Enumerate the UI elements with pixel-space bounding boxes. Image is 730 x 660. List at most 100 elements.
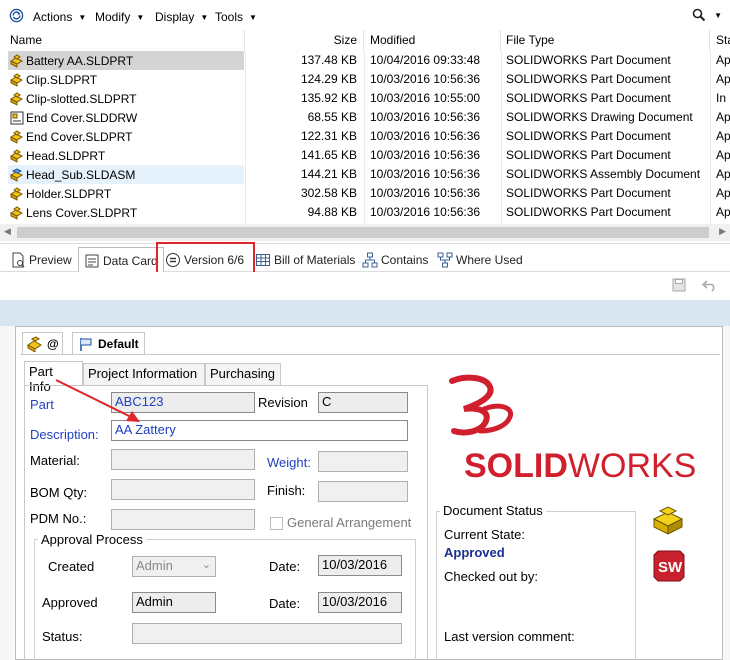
config-tab-default[interactable]: Default	[72, 332, 145, 355]
table-row[interactable]: End Cover.SLDPRT 122.31 KB 10/03/2016 10:5…	[0, 127, 730, 146]
search-icon[interactable]	[692, 8, 706, 22]
file-name-cell[interactable]: Holder.SLDPRT	[8, 184, 244, 203]
material-field[interactable]	[111, 449, 255, 470]
file-state: Ap	[716, 110, 730, 124]
status-field[interactable]	[132, 623, 402, 644]
part-icon	[10, 91, 26, 106]
table-row[interactable]: Head_Sub.SLDASM 144.21 KB 10/03/2016 10:56…	[0, 165, 730, 184]
logo-text-bold: SOLID	[464, 447, 568, 485]
undo-icon[interactable]	[702, 278, 718, 292]
menu-modify-label: Modify	[95, 10, 131, 24]
created-dropdown[interactable]: Admin ⌄	[132, 556, 216, 577]
general-arrangement-checkbox[interactable]	[270, 517, 283, 530]
data-card-icon	[85, 254, 99, 268]
config-tab-at[interactable]: @	[22, 332, 63, 354]
column-header-name[interactable]: Name	[8, 30, 245, 50]
bom-qty-label: BOM Qty:	[30, 485, 88, 500]
ds-logo-icon	[449, 374, 514, 436]
tab-project-information[interactable]: Project Information	[83, 363, 205, 386]
file-type: SOLIDWORKS Part Document	[506, 53, 671, 67]
tab-purchasing[interactable]: Purchasing	[205, 363, 281, 386]
created-date-field[interactable]: 10/03/2016	[318, 555, 402, 576]
file-size: 144.21 KB	[300, 167, 357, 181]
pdm-no-field[interactable]	[111, 509, 255, 530]
file-name-cell[interactable]: Lens Cover.SLDPRT	[8, 203, 244, 222]
file-name-cell[interactable]: Battery AA.SLDPRT	[8, 51, 244, 70]
file-name-cell[interactable]: Head_Sub.SLDASM	[8, 165, 244, 184]
drawing-icon	[10, 111, 26, 125]
table-row[interactable]: Clip.SLDPRT 124.29 KB 10/03/2016 10:56:36 S…	[0, 70, 730, 89]
chevron-down-icon: ▼	[78, 12, 87, 22]
column-header-file-type[interactable]: File Type	[501, 30, 710, 50]
svg-text:W: W	[668, 559, 683, 576]
file-type: SOLIDWORKS Part Document	[506, 72, 671, 86]
file-name-cell[interactable]: End Cover.SLDDRW	[8, 108, 244, 127]
tab-part-info[interactable]: Part Info	[24, 361, 83, 394]
scroll-left-icon[interactable]: ◀	[4, 226, 11, 237]
revision-label: Revision	[258, 395, 308, 410]
file-size: 94.88 KB	[307, 205, 357, 219]
file-name-cell[interactable]: End Cover.SLDPRT	[8, 127, 244, 146]
chevron-down-icon: ▼	[249, 12, 257, 22]
file-name: End Cover.SLDDRW	[26, 110, 138, 125]
toolbar: Actions ▼ Modify ▼ Display ▼ Tools ▼ ▼	[0, 0, 730, 30]
card-toolbar	[0, 272, 730, 300]
chevron-down-icon[interactable]: ▼	[714, 11, 722, 20]
scroll-right-icon[interactable]: ▶	[719, 226, 726, 237]
data-card: @ Default Part Info Project Information …	[15, 326, 723, 660]
description-field[interactable]: AA Zattery	[111, 420, 408, 441]
menu-actions[interactable]: Actions ▼	[33, 10, 86, 24]
horizontal-scrollbar[interactable]: ◀ ▶	[0, 224, 730, 241]
file-state: Ap	[716, 148, 730, 162]
part-icon	[10, 205, 26, 220]
file-name: Lens Cover.SLDPRT	[26, 205, 138, 220]
file-state: Ap	[716, 205, 730, 219]
tab-data-card[interactable]: Data Card	[78, 247, 164, 274]
tab-where-used-label: Where Used	[456, 252, 523, 267]
file-modified: 10/03/2016 10:56:36	[370, 72, 481, 86]
file-name-cell[interactable]: Clip.SLDPRT	[8, 70, 244, 89]
menu-modify[interactable]: Modify ▼	[95, 10, 144, 24]
weight-field[interactable]	[318, 451, 408, 472]
file-name: Head.SLDPRT	[26, 148, 106, 163]
table-row[interactable]: Battery AA.SLDPRT 137.48 KB 10/04/2016 09:…	[0, 51, 730, 70]
solidworks-app-icon: S W	[653, 550, 685, 582]
solidworks-wordmark: SOLIDWORKS	[464, 447, 696, 486]
column-header-modified[interactable]: Modified	[364, 30, 501, 50]
column-header-size[interactable]: Size	[245, 30, 364, 50]
bom-qty-field[interactable]	[111, 479, 255, 500]
table-row[interactable]: End Cover.SLDDRW 68.55 KB 10/03/2016 10:56…	[0, 108, 730, 127]
part-field[interactable]: ABC123	[111, 392, 255, 413]
approved-by-field[interactable]: Admin	[132, 592, 216, 613]
tab-contains[interactable]: Contains	[362, 247, 428, 272]
table-row[interactable]: Clip-slotted.SLDPRT 135.92 KB 10/03/2016 1…	[0, 89, 730, 108]
file-name: Clip-slotted.SLDPRT	[26, 91, 137, 106]
column-name-label: Name	[10, 33, 43, 47]
table-icon	[256, 253, 270, 266]
save-icon[interactable]	[672, 278, 686, 292]
weight-label: Weight:	[267, 455, 311, 470]
table-row[interactable]: Holder.SLDPRT 302.58 KB 10/03/2016 10:56:3…	[0, 184, 730, 203]
menu-display[interactable]: Display ▼	[155, 10, 208, 24]
column-header-state[interactable]: Sta	[710, 30, 730, 50]
refresh-icon[interactable]	[9, 8, 24, 23]
tab-where-used[interactable]: Where Used	[437, 247, 523, 272]
column-modified-label: Modified	[370, 33, 416, 47]
preview-icon	[12, 252, 25, 267]
file-state: Ap	[716, 129, 730, 143]
file-name-cell[interactable]: Clip-slotted.SLDPRT	[8, 89, 244, 108]
file-name-cell[interactable]: Head.SLDPRT	[8, 146, 244, 165]
file-name: Clip.SLDPRT	[26, 72, 98, 87]
file-modified: 10/03/2016 10:56:36	[370, 186, 481, 200]
table-row[interactable]: Lens Cover.SLDPRT 94.88 KB 10/03/2016 10:5…	[0, 203, 730, 222]
table-row[interactable]: Head.SLDPRT 141.65 KB 10/03/2016 10:56:36 S…	[0, 146, 730, 165]
approved-date-field[interactable]: 10/03/2016	[318, 592, 402, 613]
file-type: SOLIDWORKS Part Document	[506, 91, 671, 105]
tab-bill-of-materials[interactable]: Bill of Materials	[255, 247, 355, 272]
finish-field[interactable]	[318, 481, 408, 502]
revision-field[interactable]: C	[318, 392, 408, 413]
tab-preview[interactable]: Preview	[10, 247, 72, 272]
file-name: Battery AA.SLDPRT	[26, 53, 134, 68]
menu-tools[interactable]: Tools ▼	[215, 10, 257, 24]
scrollbar-thumb[interactable]	[17, 227, 709, 238]
